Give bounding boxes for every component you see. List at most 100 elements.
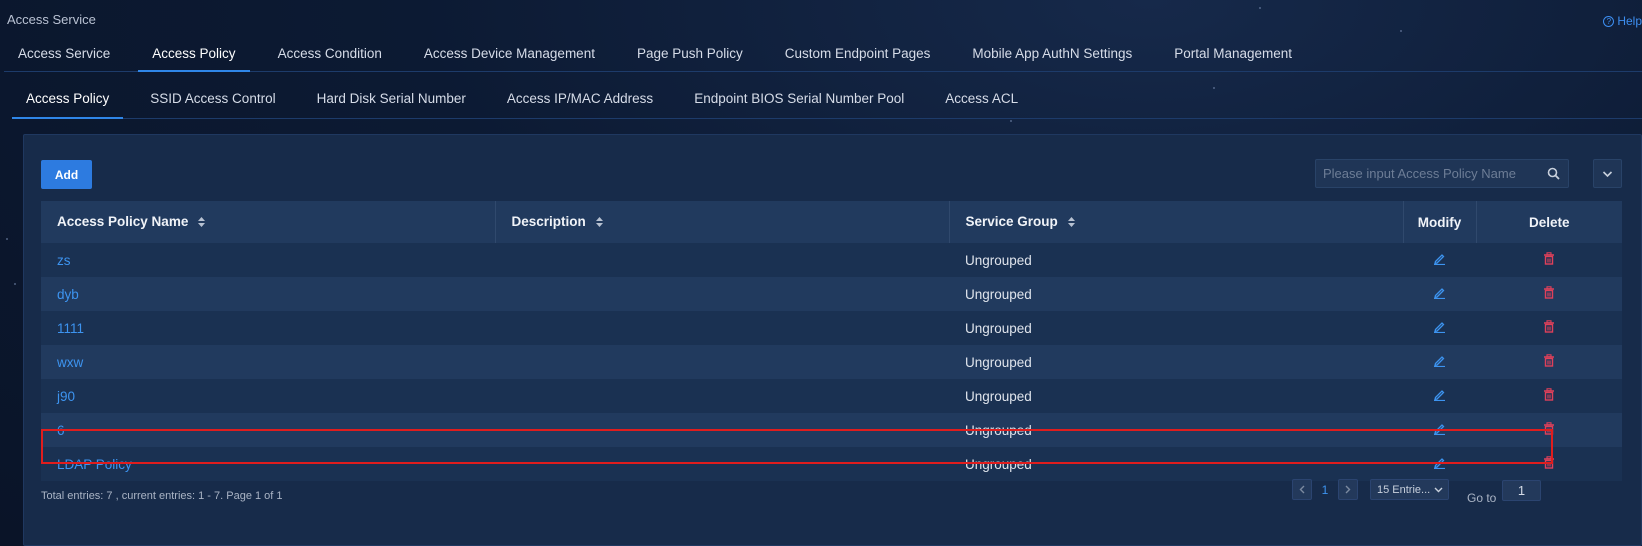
column-header-service-group: Service Group (949, 201, 1404, 243)
tab-access-policy[interactable]: Access Policy (138, 44, 250, 72)
goto-label: Go to (1467, 491, 1497, 505)
edit-icon[interactable] (1433, 422, 1446, 438)
subtab-access-acl[interactable]: Access ACL (931, 89, 1032, 119)
delete-cell (1476, 345, 1622, 379)
subtab-access-policy[interactable]: Access Policy (12, 89, 124, 119)
modify-cell (1403, 379, 1476, 413)
policy-name-link[interactable]: wxw (57, 355, 83, 370)
tab-access-service[interactable]: Access Service (4, 44, 124, 72)
search-icon[interactable] (1538, 167, 1568, 180)
service-group-cell: Ungrouped (949, 413, 1403, 447)
table-header-row: Access Policy Name Description Service G… (41, 201, 1622, 243)
edit-icon[interactable] (1433, 456, 1446, 472)
table-row: zs Ungrouped (41, 243, 1622, 277)
table-row: wxw Ungrouped (41, 345, 1622, 379)
prev-page-button[interactable] (1292, 479, 1312, 500)
modify-cell (1403, 447, 1476, 481)
policy-name-link[interactable]: zs (57, 253, 71, 268)
page-number-1[interactable]: 1 (1312, 483, 1338, 497)
edit-icon[interactable] (1433, 388, 1446, 404)
subtab-ssid-access-control[interactable]: SSID Access Control (136, 89, 289, 119)
policy-name-cell: zs (41, 243, 495, 277)
policy-name-link[interactable]: 6 (57, 423, 65, 438)
advanced-search-toggle[interactable] (1593, 159, 1622, 188)
modify-cell (1403, 413, 1476, 447)
modify-cell (1403, 311, 1476, 345)
description-cell (495, 277, 949, 311)
table-row: LDAP Policy Ungrouped (41, 447, 1622, 481)
description-cell (495, 243, 949, 277)
service-group-cell: Ungrouped (949, 345, 1403, 379)
trash-icon[interactable] (1543, 286, 1555, 302)
description-cell (495, 447, 949, 481)
sort-icon[interactable] (1067, 215, 1075, 230)
delete-cell (1476, 243, 1622, 277)
tab-page-push-policy[interactable]: Page Push Policy (623, 44, 757, 72)
table-row: j90 Ungrouped (41, 379, 1622, 413)
description-cell (495, 413, 949, 447)
service-group-cell: Ungrouped (949, 379, 1403, 413)
description-cell (495, 311, 949, 345)
table-row: dyb Ungrouped (41, 277, 1622, 311)
delete-cell (1476, 413, 1622, 447)
column-header-name-label: Access Policy Name (57, 214, 189, 230)
access-policy-panel: Add Access Policy Name Description (23, 134, 1642, 546)
edit-icon[interactable] (1433, 320, 1446, 336)
help-icon: ? (1603, 15, 1615, 27)
delete-cell (1476, 277, 1622, 311)
tab-mobile-app-authn-settings[interactable]: Mobile App AuthN Settings (958, 44, 1146, 72)
trash-icon[interactable] (1543, 252, 1555, 268)
policy-name-link[interactable]: 1111 (57, 321, 84, 336)
modify-cell (1403, 345, 1476, 379)
policy-name-cell: 6 (41, 413, 495, 447)
goto-page-input[interactable] (1502, 480, 1541, 501)
policy-name-cell: 1111 (41, 311, 495, 345)
edit-icon[interactable] (1433, 252, 1446, 268)
chevron-down-icon (1434, 487, 1443, 492)
trash-icon[interactable] (1543, 354, 1555, 370)
tab-access-device-management[interactable]: Access Device Management (410, 44, 609, 72)
subtab-hard-disk-serial-number[interactable]: Hard Disk Serial Number (303, 89, 480, 119)
column-header-name: Access Policy Name (41, 201, 496, 243)
trash-icon[interactable] (1543, 422, 1555, 438)
trash-icon[interactable] (1543, 456, 1555, 472)
chevron-down-icon (1602, 170, 1613, 177)
tab-portal-management[interactable]: Portal Management (1160, 44, 1306, 72)
modify-cell (1403, 277, 1476, 311)
policy-name-link[interactable]: j90 (57, 389, 75, 404)
policy-name-link[interactable]: LDAP Policy (57, 457, 132, 472)
modify-cell (1403, 243, 1476, 277)
edit-icon[interactable] (1433, 354, 1446, 370)
tab-access-condition[interactable]: Access Condition (264, 44, 396, 72)
edit-icon[interactable] (1433, 286, 1446, 302)
policy-name-link[interactable]: dyb (57, 287, 79, 302)
policy-name-cell: wxw (41, 345, 495, 379)
page-size-select[interactable]: 15 Entrie... (1370, 479, 1449, 500)
search-input[interactable] (1316, 160, 1538, 187)
service-group-cell: Ungrouped (949, 311, 1403, 345)
primary-tabs: Access Service Access Policy Access Condit… (4, 44, 1642, 72)
sort-icon[interactable] (595, 215, 603, 230)
policy-name-cell: LDAP Policy (41, 447, 495, 481)
policy-table: Access Policy Name Description Service G… (41, 201, 1622, 481)
subtab-access-ip-mac-address[interactable]: Access IP/MAC Address (493, 89, 667, 119)
help-label: Help (1617, 14, 1642, 28)
delete-cell (1476, 447, 1622, 481)
column-header-description: Description (495, 201, 950, 243)
next-page-button[interactable] (1338, 479, 1358, 500)
trash-icon[interactable] (1543, 388, 1555, 404)
service-group-cell: Ungrouped (949, 447, 1403, 481)
subtab-endpoint-bios-serial-number-pool[interactable]: Endpoint BIOS Serial Number Pool (680, 89, 918, 119)
column-header-delete: Delete (1476, 201, 1622, 243)
delete-cell (1476, 379, 1622, 413)
tab-custom-endpoint-pages[interactable]: Custom Endpoint Pages (771, 44, 945, 72)
sort-icon[interactable] (198, 215, 206, 230)
pagination: 1 (1292, 479, 1358, 500)
trash-icon[interactable] (1543, 320, 1555, 336)
column-header-service-group-label: Service Group (965, 214, 1058, 230)
search-box (1315, 159, 1569, 188)
help-link[interactable]: ? Help (1603, 14, 1642, 28)
service-group-cell: Ungrouped (949, 243, 1403, 277)
add-button[interactable]: Add (41, 160, 92, 189)
delete-cell (1476, 311, 1622, 345)
